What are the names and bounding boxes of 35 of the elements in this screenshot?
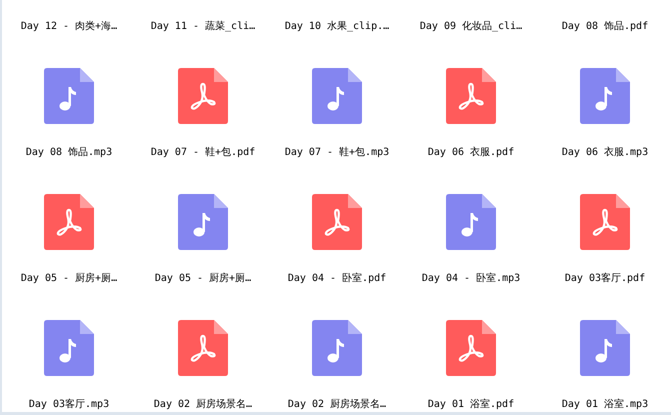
file-name[interactable]: Day 06 衣服.pdf bbox=[428, 147, 514, 159]
file-name[interactable]: Day 09 化妆品_cli… bbox=[420, 21, 522, 33]
pdf-file-icon[interactable] bbox=[580, 194, 630, 250]
file-name[interactable]: Day 04 - 卧室.mp3 bbox=[422, 273, 520, 285]
music-file-icon[interactable] bbox=[312, 320, 362, 376]
file-name[interactable]: Day 02 厨房场景名… bbox=[288, 399, 386, 411]
music-file-icon[interactable] bbox=[580, 320, 630, 376]
pdf-file-icon[interactable] bbox=[178, 320, 228, 376]
pdf-file-icon[interactable] bbox=[446, 320, 496, 376]
file-name[interactable]: Day 01 浴室.pdf bbox=[428, 399, 514, 411]
file-name[interactable]: Day 03客厅.mp3 bbox=[28, 399, 110, 411]
file-name[interactable]: Day 08 饰品.mp3 bbox=[26, 147, 112, 159]
file-name[interactable]: Day 07 - 鞋+包.mp3 bbox=[284, 147, 390, 159]
file-name[interactable]: Day 08 饰品.pdf bbox=[562, 21, 648, 33]
file-name[interactable]: Day 02 厨房场景名… bbox=[154, 399, 252, 411]
file-name[interactable]: Day 10 水果_clip.… bbox=[284, 21, 390, 33]
pdf-file-icon[interactable] bbox=[178, 68, 228, 124]
music-file-icon[interactable] bbox=[312, 68, 362, 124]
pdf-file-icon[interactable] bbox=[312, 194, 362, 250]
music-file-icon[interactable] bbox=[178, 194, 228, 250]
file-name[interactable]: Day 07 - 鞋+包.pdf bbox=[150, 147, 256, 159]
music-file-icon[interactable] bbox=[44, 320, 94, 376]
file-name[interactable]: Day 06 衣服.mp3 bbox=[562, 147, 648, 159]
file-name[interactable]: Day 11 - 蔬菜_cli… bbox=[150, 21, 256, 33]
file-name[interactable]: Day 01 浴室.mp3 bbox=[562, 399, 648, 411]
file-name[interactable]: Day 03客厅.pdf bbox=[564, 273, 646, 285]
file-name[interactable]: Day 12 - 肉类+海… bbox=[20, 21, 118, 33]
file-name[interactable]: Day 04 - 卧室.pdf bbox=[288, 273, 386, 285]
file-name[interactable]: Day 05 - 厨房+厕… bbox=[20, 273, 118, 285]
music-file-icon[interactable] bbox=[580, 68, 630, 124]
music-file-icon[interactable] bbox=[446, 194, 496, 250]
file-name[interactable]: Day 05 - 厨房+厕… bbox=[154, 273, 252, 285]
music-file-icon[interactable] bbox=[44, 68, 94, 124]
pdf-file-icon[interactable] bbox=[44, 194, 94, 250]
pdf-file-icon[interactable] bbox=[446, 68, 496, 124]
